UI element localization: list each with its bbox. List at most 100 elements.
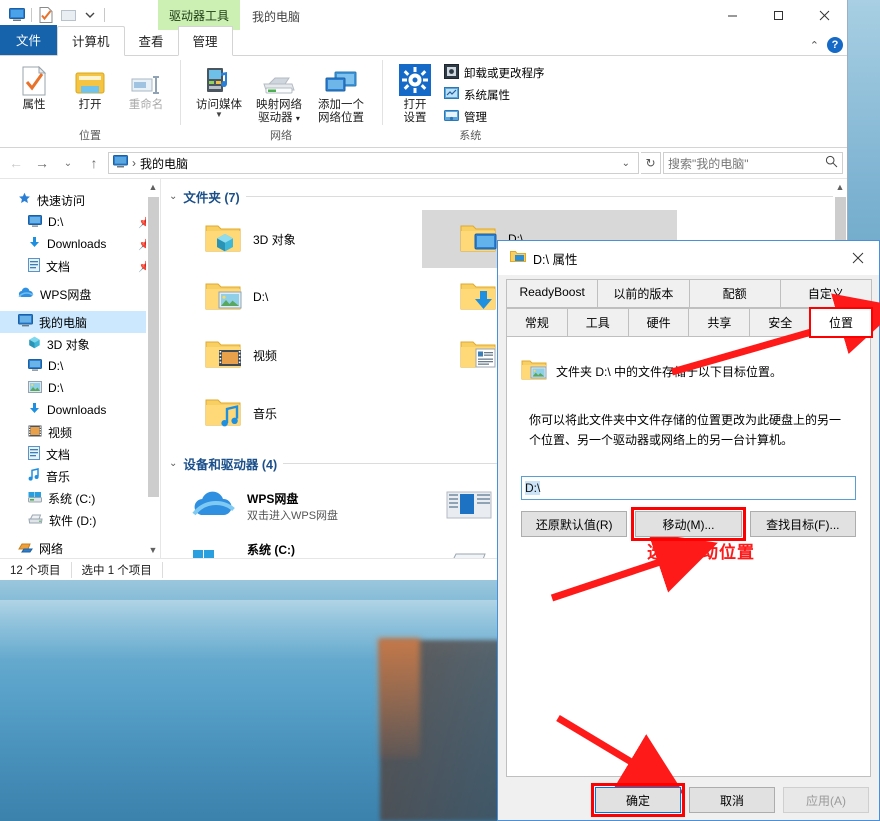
tab-customize[interactable]: 自定义 [779, 279, 872, 308]
properties-icon[interactable] [35, 4, 57, 26]
tile-music[interactable]: 音乐 [167, 384, 422, 442]
sidebar-item-downloads-qa[interactable]: Downloads 📌 [0, 233, 160, 255]
tab-sharing[interactable]: 共享 [688, 308, 751, 337]
nav-pane-scrollbar[interactable]: ▲ ▼ [146, 179, 160, 558]
help-icon[interactable]: ? [827, 37, 843, 53]
ribbon-tab-computer[interactable]: 计算机 [57, 26, 125, 56]
ribbon-button-open[interactable]: 打开 [62, 60, 118, 114]
tile-d-drive-pictures[interactable]: D:\ [167, 268, 422, 326]
group-header-drives-label: 设备和驱动器 (4) [183, 458, 278, 472]
dialog-path-row: D:\ [507, 450, 870, 500]
chevron-down-icon[interactable]: ⌄ [169, 458, 177, 469]
address-bar: ← → ⌄ ↑ › 我的电脑 ⌄ ↻ 搜索"我的电脑" [0, 148, 847, 178]
scroll-down-arrow-icon[interactable]: ▼ [146, 542, 160, 558]
scroll-up-arrow-icon[interactable]: ▲ [833, 179, 847, 195]
dialog-tab-row-bottom[interactable]: 常规 工具 硬件 共享 安全 位置 [506, 307, 873, 338]
sidebar-item-3d-objects[interactable]: 3D 对象 [0, 333, 160, 355]
sidebar-item-music[interactable]: 音乐 [0, 465, 160, 487]
ribbon-tab-file[interactable]: 文件 [0, 25, 58, 55]
sidebar-item-documents-qa[interactable]: 文档 📌 [0, 255, 160, 277]
search-input[interactable]: 搜索"我的电脑" [663, 152, 843, 174]
ribbon-right-controls[interactable]: ⌃ ? [810, 37, 843, 53]
ok-button[interactable]: 确定 [591, 783, 685, 817]
tile-3d-objects[interactable]: 3D 对象 [167, 210, 422, 268]
nav-scrollbar-thumb[interactable] [148, 197, 159, 497]
sidebar-item-documents[interactable]: 文档 [0, 443, 160, 465]
this-pc-icon[interactable] [6, 4, 28, 26]
ribbon-tab-view[interactable]: 查看 [125, 27, 178, 55]
target-path-input[interactable]: D:\ [521, 476, 856, 500]
ribbon-tab-bar[interactable]: 文件 计算机 查看 管理 ⌃ ? [0, 25, 847, 56]
tab-security[interactable]: 安全 [749, 308, 812, 337]
tab-hardware[interactable]: 硬件 [627, 308, 690, 337]
sidebar-label: 软件 (D:) [49, 513, 97, 528]
sidebar-item-videos[interactable]: 视频 [0, 421, 160, 443]
optical-drive-icon [446, 490, 492, 523]
chevron-down-icon[interactable]: ⌄ [618, 158, 634, 169]
sidebar-label: 网络 [39, 541, 64, 556]
sidebar-item-downloads[interactable]: Downloads [0, 399, 160, 421]
ribbon-button-properties[interactable]: 属性 [6, 60, 62, 114]
sidebar-item-d-drive-2[interactable]: D:\ [0, 377, 160, 399]
download-arrow-icon [28, 402, 41, 418]
sidebar-item-d-drive-qa[interactable]: D:\ 📌 [0, 211, 160, 233]
folder-music-icon [203, 395, 243, 432]
window-controls[interactable] [709, 0, 847, 30]
sidebar-item-system-c[interactable]: 系统 (C:) [0, 487, 160, 509]
access-media-icon [204, 62, 234, 96]
tile-wps-cloud[interactable]: WPS网盘 双击进入WPS网盘 [167, 477, 422, 535]
screen: 驱动器工具 我的电脑 文件 计算机 查看 管理 ⌃ ? 属性 打开 重命名 位置… [0, 0, 880, 821]
tab-location[interactable]: 位置 [809, 307, 873, 338]
folder-3d-icon [203, 221, 243, 258]
chevron-down-icon[interactable]: ▼ [215, 111, 223, 119]
tile-videos[interactable]: 视频 [167, 326, 422, 384]
ribbon-button-map-network-drive[interactable]: 映射网络 驱动器 ▾ [248, 60, 310, 127]
tile-system-c[interactable]: 系统 (C:) 4.24 GB 可用，共 100 GB [167, 535, 422, 558]
up-button[interactable]: ↑ [82, 151, 106, 175]
search-placeholder: 搜索"我的电脑" [668, 156, 749, 171]
minimize-button[interactable] [709, 0, 755, 30]
dialog-close-button[interactable] [837, 241, 879, 275]
collapse-ribbon-icon[interactable]: ⌃ [810, 39, 819, 52]
apply-button[interactable]: 应用(A) [783, 787, 869, 813]
ribbon-tab-manage[interactable]: 管理 [177, 26, 233, 56]
find-target-button[interactable]: 查找目标(F)... [749, 511, 856, 537]
tab-previous-versions[interactable]: 以前的版本 [597, 279, 690, 308]
sidebar-item-wps-cloud[interactable]: WPS网盘 [0, 283, 160, 305]
recent-locations-button[interactable]: ⌄ [56, 151, 80, 175]
sidebar-item-software-d[interactable]: 软件 (D:) [0, 509, 160, 531]
ribbon-button-system-properties[interactable]: 系统属性 [440, 84, 549, 106]
refresh-button[interactable]: ↻ [641, 152, 661, 174]
restore-default-button[interactable]: 还原默认值(R) [521, 511, 628, 537]
move-button[interactable]: 移动(M)... [631, 507, 746, 541]
scroll-up-arrow-icon[interactable]: ▲ [146, 179, 160, 195]
ribbon-button-add-network-location[interactable]: 添加一个 网络位置 [310, 60, 372, 127]
sidebar-item-d-drive-1[interactable]: D:\ [0, 355, 160, 377]
forward-button[interactable]: → [30, 151, 54, 175]
breadcrumb[interactable]: › 我的电脑 ⌄ [108, 152, 639, 174]
dialog-tab-row-top[interactable]: ReadyBoost 以前的版本 配额 自定义 [506, 279, 872, 308]
tab-quota[interactable]: 配额 [688, 279, 781, 308]
tab-general[interactable]: 常规 [506, 308, 568, 337]
tab-tools[interactable]: 工具 [566, 308, 629, 337]
chevron-down-icon[interactable]: ⌄ [169, 191, 177, 202]
ribbon-button-access-media[interactable]: 访问媒体 ▼ [190, 60, 248, 120]
maximize-button[interactable] [755, 0, 801, 30]
customize-toolbar-icon[interactable] [79, 4, 101, 26]
search-icon[interactable] [825, 155, 838, 171]
new-folder-icon[interactable] [57, 4, 79, 26]
dialog-action-buttons: 还原默认值(R) 移动(M)... 查找目标(F)... [507, 500, 870, 541]
sidebar-item-this-pc[interactable]: 我的电脑 [0, 311, 160, 333]
sidebar-item-quick-access[interactable]: 快速访问 [0, 189, 160, 211]
breadcrumb-current[interactable]: 我的电脑 [140, 155, 188, 172]
cancel-button[interactable]: 取消 [689, 787, 775, 813]
close-button[interactable] [801, 0, 847, 30]
sidebar-item-network[interactable]: 网络 [0, 537, 160, 558]
group-header-folders[interactable]: ⌄ 文件夹 (7) [161, 179, 847, 210]
ribbon-button-uninstall-program[interactable]: 卸载或更改程序 [440, 62, 549, 84]
ribbon-button-open-label: 打开 [78, 99, 102, 111]
back-button[interactable]: ← [4, 151, 28, 175]
tab-readyboost[interactable]: ReadyBoost [506, 279, 599, 308]
ribbon-button-manage[interactable]: 管理 [440, 106, 549, 128]
ribbon-button-open-settings[interactable]: 打开 设置 [392, 60, 438, 127]
